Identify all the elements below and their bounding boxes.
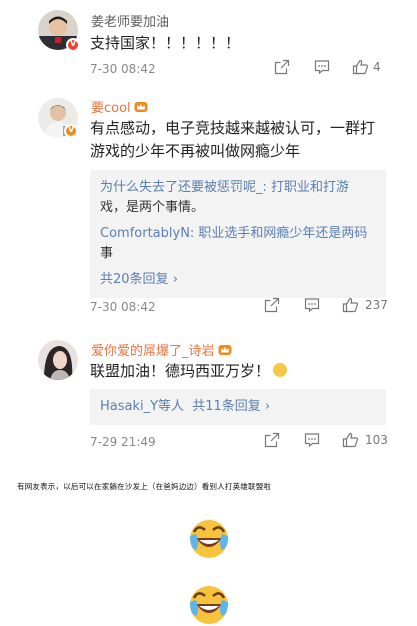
comment-icon: [304, 433, 320, 448]
like-icon: [342, 297, 359, 313]
reply-item[interactable]: ComfortablyN: 职业选手和网瘾少年还是两码 事: [100, 224, 378, 264]
crying-laughing-emoji: [190, 520, 228, 558]
comment-text: 支持国家！！！！！！: [90, 34, 241, 52]
share-button[interactable]: [264, 432, 280, 448]
comment-1: 姜老师要加油 支持国家！！！！！！ 7-30 08:42 4: [0, 0, 417, 90]
timestamp: 7-30 08:42: [90, 62, 156, 76]
comment-text: 有点感动，电子竞技越来越被认可，一群打 游戏的少年不再被叫做网瘾少年: [90, 117, 400, 163]
vip-crown-icon: [218, 345, 232, 355]
reply-line: 事: [100, 246, 114, 261]
comment-actions: 237: [264, 297, 388, 313]
timestamp: 7-29 21:49: [90, 435, 156, 449]
username[interactable]: 要cool: [91, 97, 148, 116]
comment-text: 联盟加油！德玛西亚万岁！: [90, 360, 288, 383]
chevron-right-icon: ›: [172, 272, 178, 287]
reply-line: 戏，是两个事情。: [100, 200, 205, 215]
share-icon: [264, 432, 280, 448]
share-button[interactable]: [264, 297, 280, 313]
share-icon: [274, 59, 290, 75]
comment-text-line: 游戏的少年不再被叫做网瘾少年: [90, 142, 301, 160]
like-button[interactable]: 237: [342, 297, 388, 313]
reply-line: 为什么失去了还要被惩罚呢_: 打职业和打游: [100, 180, 350, 195]
comment-2: 要cool 有点感动，电子竞技越来越被认可，一群打 游戏的少年不再被叫做网瘾少年…: [0, 90, 417, 330]
share-button[interactable]: [274, 59, 290, 75]
comment-icon: [304, 298, 320, 313]
reply-item[interactable]: 为什么失去了还要被惩罚呢_: 打职业和打游 戏，是两个事情。: [100, 178, 378, 218]
username[interactable]: 姜老师要加油: [91, 11, 169, 30]
reply-summary[interactable]: Hasaki_Y等人 共11条回复 ›: [90, 389, 386, 425]
comment-button[interactable]: [304, 432, 320, 448]
comment-button[interactable]: [304, 297, 320, 313]
like-count: 103: [365, 433, 388, 447]
like-button[interactable]: 4: [352, 59, 381, 75]
reply-box[interactable]: 为什么失去了还要被惩罚呢_: 打职业和打游 戏，是两个事情。 Comfortab…: [90, 170, 386, 298]
vip-crown-icon: [134, 102, 148, 112]
article-caption: 有网友表示，以后可以在家躺在沙发上（在爸妈边边）看别人打英雄联盟啦: [17, 482, 272, 491]
avatar[interactable]: [38, 340, 78, 380]
like-icon: [352, 59, 369, 75]
crying-laughing-emoji: [190, 586, 228, 624]
reply-line: ComfortablyN: 职业选手和网瘾少年还是两码: [100, 226, 368, 241]
more-replies-link[interactable]: 共20条回复 ›: [100, 270, 378, 290]
timestamp: 7-30 08:42: [90, 300, 156, 314]
comment-actions: 103: [264, 432, 388, 448]
verified-badge-icon: [66, 38, 80, 52]
share-icon: [264, 297, 280, 313]
grin-emoji-icon: [273, 363, 288, 377]
more-replies-link[interactable]: 共11条回复: [192, 399, 261, 414]
username[interactable]: 爱你爱的屌爆了_诗岩: [91, 340, 232, 359]
reply-summary-users: Hasaki_Y等人: [100, 399, 185, 414]
comment-button[interactable]: [314, 59, 330, 75]
comment-text-line: 有点感动，电子竞技越来越被认可，一群打: [90, 119, 376, 137]
like-count: 4: [373, 60, 381, 74]
verified-badge-icon: [64, 124, 78, 138]
chevron-right-icon: ›: [264, 399, 271, 414]
comment-actions: 4: [274, 59, 381, 75]
comment-3: 爱你爱的屌爆了_诗岩 联盟加油！德玛西亚万岁！ Hasaki_Y等人 共11条回…: [0, 330, 417, 460]
comment-icon: [314, 60, 330, 75]
like-button[interactable]: 103: [342, 432, 388, 448]
like-count: 237: [365, 298, 388, 312]
like-icon: [342, 432, 359, 448]
